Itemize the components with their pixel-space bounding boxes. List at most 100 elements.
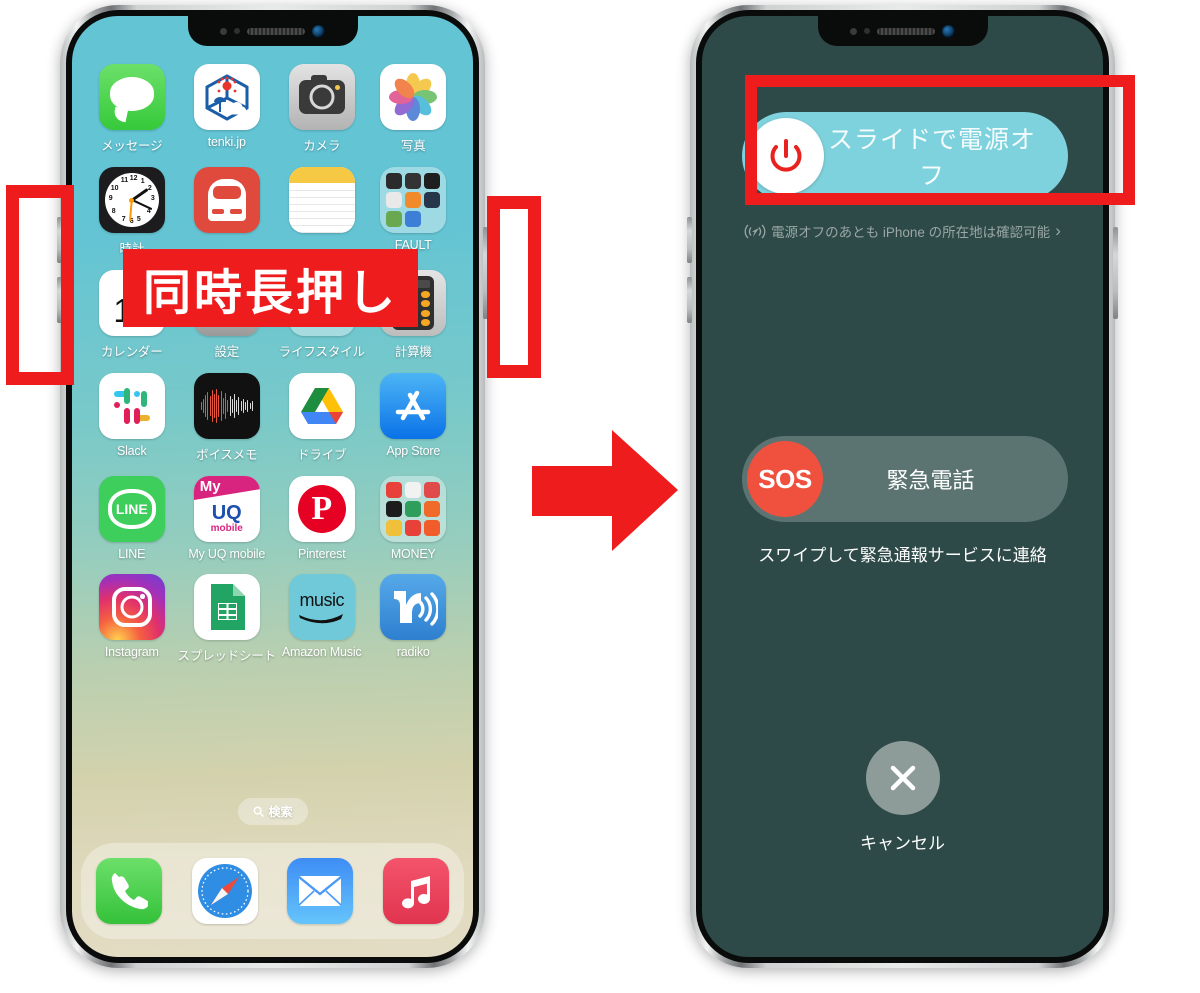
my-uq-mobile-icon: My UQ mobile: [193, 476, 260, 542]
pinterest-logo-text: P: [297, 485, 346, 533]
home-screen-display: メッセージ tenki.jp カメラ 写真 12 3 6 9 1 2 4 5 7…: [72, 16, 473, 957]
volume-up-button-right[interactable]: [687, 217, 692, 263]
emergency-sos-hint: スワイプして緊急通報サービスに連絡: [758, 546, 1047, 565]
app-photos[interactable]: 写真: [367, 64, 459, 154]
line-logo-text: LINE: [107, 489, 156, 529]
ambient-light-sensor-icon: [234, 28, 240, 34]
app-camera[interactable]: カメラ: [276, 64, 368, 154]
arrow-right-icon: [532, 430, 678, 551]
earpiece-speaker-icon: [247, 27, 305, 35]
cancel-button[interactable]: [865, 741, 940, 815]
iphone-home-screen: メッセージ tenki.jp カメラ 写真 12 3 6 9 1 2 4 5 7…: [57, 5, 488, 968]
app-label: MONEY: [390, 547, 436, 561]
close-icon: [890, 765, 915, 791]
emergency-call-label: 緊急電話: [886, 468, 975, 493]
safari-icon[interactable]: [191, 858, 258, 924]
voice-memos-icon: [193, 373, 260, 439]
dock: [81, 843, 464, 939]
transit-icon: [193, 167, 260, 233]
app-messages[interactable]: メッセージ: [86, 64, 178, 154]
app-notes[interactable]: [276, 167, 368, 257]
app-label: 設定: [214, 345, 240, 359]
app-radiko[interactable]: radiko: [367, 574, 459, 664]
photos-icon: [380, 64, 447, 130]
messages-icon: [98, 64, 165, 130]
sos-badge[interactable]: SOS: [747, 441, 823, 517]
app-folder-default[interactable]: FAULT: [367, 167, 459, 257]
amazon-music-icon: music: [288, 574, 355, 640]
app-label: Pinterest: [297, 547, 346, 561]
front-camera-icon: [942, 24, 955, 38]
slack-icon: [98, 373, 165, 439]
amazon-music-text: music: [299, 589, 344, 610]
uq-my-text: My: [199, 478, 221, 495]
app-slack[interactable]: Slack: [86, 373, 178, 463]
app-label: Slack: [116, 444, 147, 458]
app-label: カメラ: [303, 139, 341, 153]
app-label: Instagram: [104, 645, 159, 659]
music-icon[interactable]: [383, 858, 450, 924]
app-label: ボイスメモ: [196, 448, 258, 462]
cancel-label: キャンセル: [860, 834, 945, 853]
find-my-notice[interactable]: 電源オフのあとも iPhone の所在地は確認可能 ›: [702, 221, 1103, 241]
side-button-right[interactable]: [1113, 227, 1118, 319]
cancel-control[interactable]: キャンセル: [702, 741, 1103, 854]
app-google-drive[interactable]: ドライブ: [276, 373, 368, 463]
callout-long-press: 同時長押し: [123, 249, 418, 327]
highlight-box-volume-buttons: [6, 185, 74, 385]
search-label: 検索: [268, 805, 293, 819]
app-label: My UQ mobile: [188, 547, 266, 561]
app-tenki-jp[interactable]: tenki.jp: [178, 64, 276, 154]
google-drive-icon: [288, 373, 355, 439]
notch-left: [187, 16, 358, 46]
volume-down-button-right[interactable]: [687, 277, 692, 323]
radiko-icon: [380, 574, 447, 640]
proximity-sensor-icon: [220, 27, 227, 35]
app-amazon-music[interactable]: music Amazon Music: [276, 574, 368, 664]
app-my-uq-mobile[interactable]: My UQ mobile My UQ mobile: [178, 476, 276, 561]
mail-icon[interactable]: [287, 858, 354, 924]
clock-icon: 12 3 69 12 45 78 10 11: [98, 167, 165, 233]
default-folder-icon: [380, 167, 447, 233]
app-label: カレンダー: [101, 345, 163, 359]
app-label: Amazon Music: [281, 645, 362, 659]
phone-icon[interactable]: [95, 858, 162, 924]
find-my-text: 電源オフのあとも iPhone の所在地は確認可能: [771, 225, 1051, 240]
app-grid: メッセージ tenki.jp カメラ 写真 12 3 6 9 1 2 4 5 7…: [72, 64, 473, 664]
proximity-sensor-icon: [850, 27, 857, 35]
pinterest-icon: P: [288, 476, 355, 542]
app-store-icon: [380, 373, 447, 439]
app-clock[interactable]: 123 69 12 45 78 1011 時計: [86, 167, 178, 257]
app-label: LINE: [118, 547, 146, 561]
search-pill[interactable]: 検索: [237, 798, 308, 825]
ambient-light-sensor-icon: [864, 28, 870, 34]
app-label: tenki.jp: [207, 135, 246, 149]
money-folder-icon: [380, 476, 447, 542]
app-app-store[interactable]: App Store: [367, 373, 459, 463]
instagram-icon: [98, 574, 165, 640]
chevron-right-icon: ›: [1055, 221, 1061, 240]
app-google-sheets[interactable]: スプレッドシート: [178, 574, 276, 664]
camera-icon: [288, 64, 355, 130]
app-transit[interactable]: [178, 167, 276, 257]
app-label: 計算機: [394, 345, 432, 359]
search-icon: [253, 806, 264, 817]
emergency-sos-slider[interactable]: SOS 緊急電話: [742, 436, 1068, 522]
line-icon: LINE: [98, 476, 165, 542]
app-pinterest[interactable]: P Pinterest: [276, 476, 368, 561]
tenki-jp-icon: [193, 64, 260, 130]
app-label: ライフスタイル: [278, 345, 365, 359]
uq-mobile-text: mobile: [210, 523, 243, 534]
app-label: radiko: [396, 645, 430, 659]
app-voice-memos[interactable]: ボイスメモ: [178, 373, 276, 463]
app-label: メッセージ: [101, 139, 163, 153]
notch-right: [817, 16, 988, 46]
earpiece-speaker-icon: [877, 27, 935, 35]
notes-icon: [288, 167, 355, 233]
app-folder-money[interactable]: MONEY: [367, 476, 459, 561]
uq-uq-text: UQ: [211, 502, 242, 524]
app-line[interactable]: LINE LINE: [86, 476, 178, 561]
app-label: 写真: [400, 139, 426, 153]
app-instagram[interactable]: Instagram: [86, 574, 178, 664]
front-camera-icon: [312, 24, 325, 38]
